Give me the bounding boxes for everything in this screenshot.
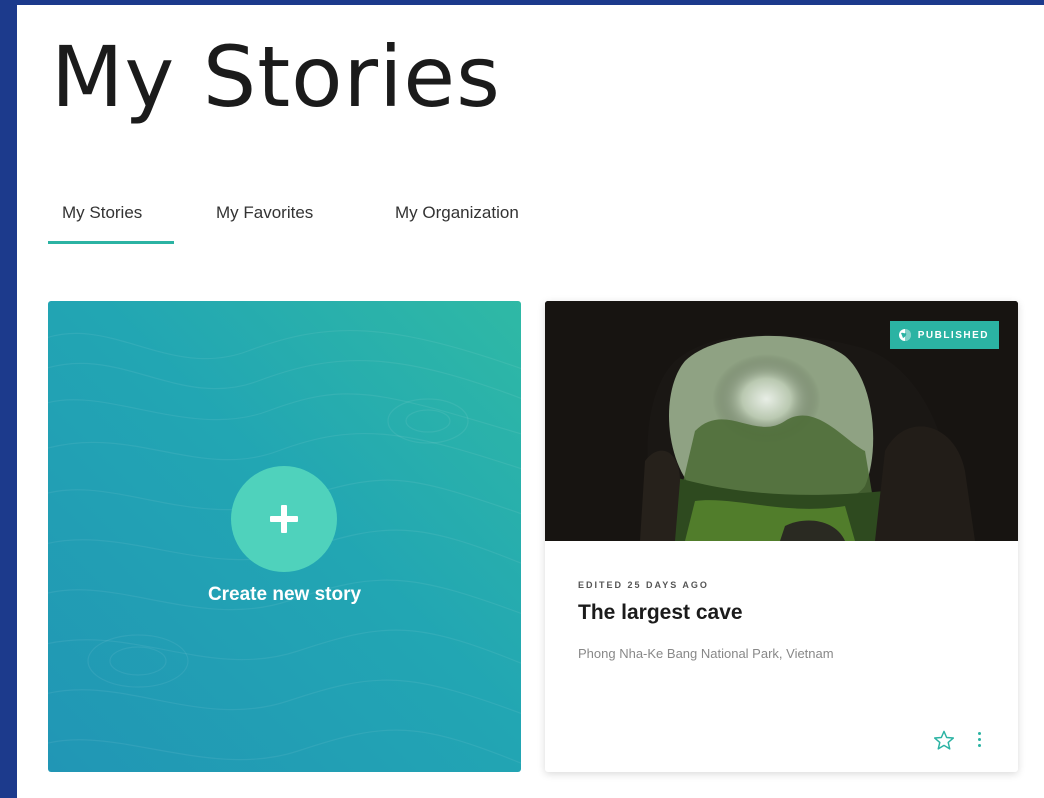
edited-timestamp: EDITED 25 DAYS AGO [578,580,709,590]
page-title: My Stories [51,28,501,126]
more-icon-dot [978,744,981,747]
story-title[interactable]: The largest cave [578,601,743,625]
active-tab-indicator [48,241,174,244]
page-frame: My Stories My Stories My Favorites My Or… [17,5,1044,798]
published-badge: PUBLISHED [889,321,999,349]
more-icon-dot [978,738,981,741]
more-icon-dot [978,732,981,735]
more-options-button[interactable] [971,730,987,750]
tab-my-organization[interactable]: My Organization [395,203,519,223]
story-card[interactable]: PUBLISHED EDITED 25 DAYS AGO The largest… [545,301,1018,772]
favorite-button[interactable] [933,730,955,756]
published-label: PUBLISHED [917,329,989,341]
star-icon [933,730,955,750]
tab-my-stories[interactable]: My Stories [62,203,142,223]
create-story-label: Create new story [207,584,362,605]
story-subtitle: Phong Nha-Ke Bang National Park, Vietnam [578,646,834,661]
create-story-button[interactable] [231,466,337,572]
globe-icon [898,329,911,341]
create-new-story-card[interactable]: Create new story [48,301,521,772]
tab-bar: My Stories My Favorites My Organization [48,197,648,249]
tab-my-favorites[interactable]: My Favorites [216,203,313,223]
plus-icon [270,505,298,533]
